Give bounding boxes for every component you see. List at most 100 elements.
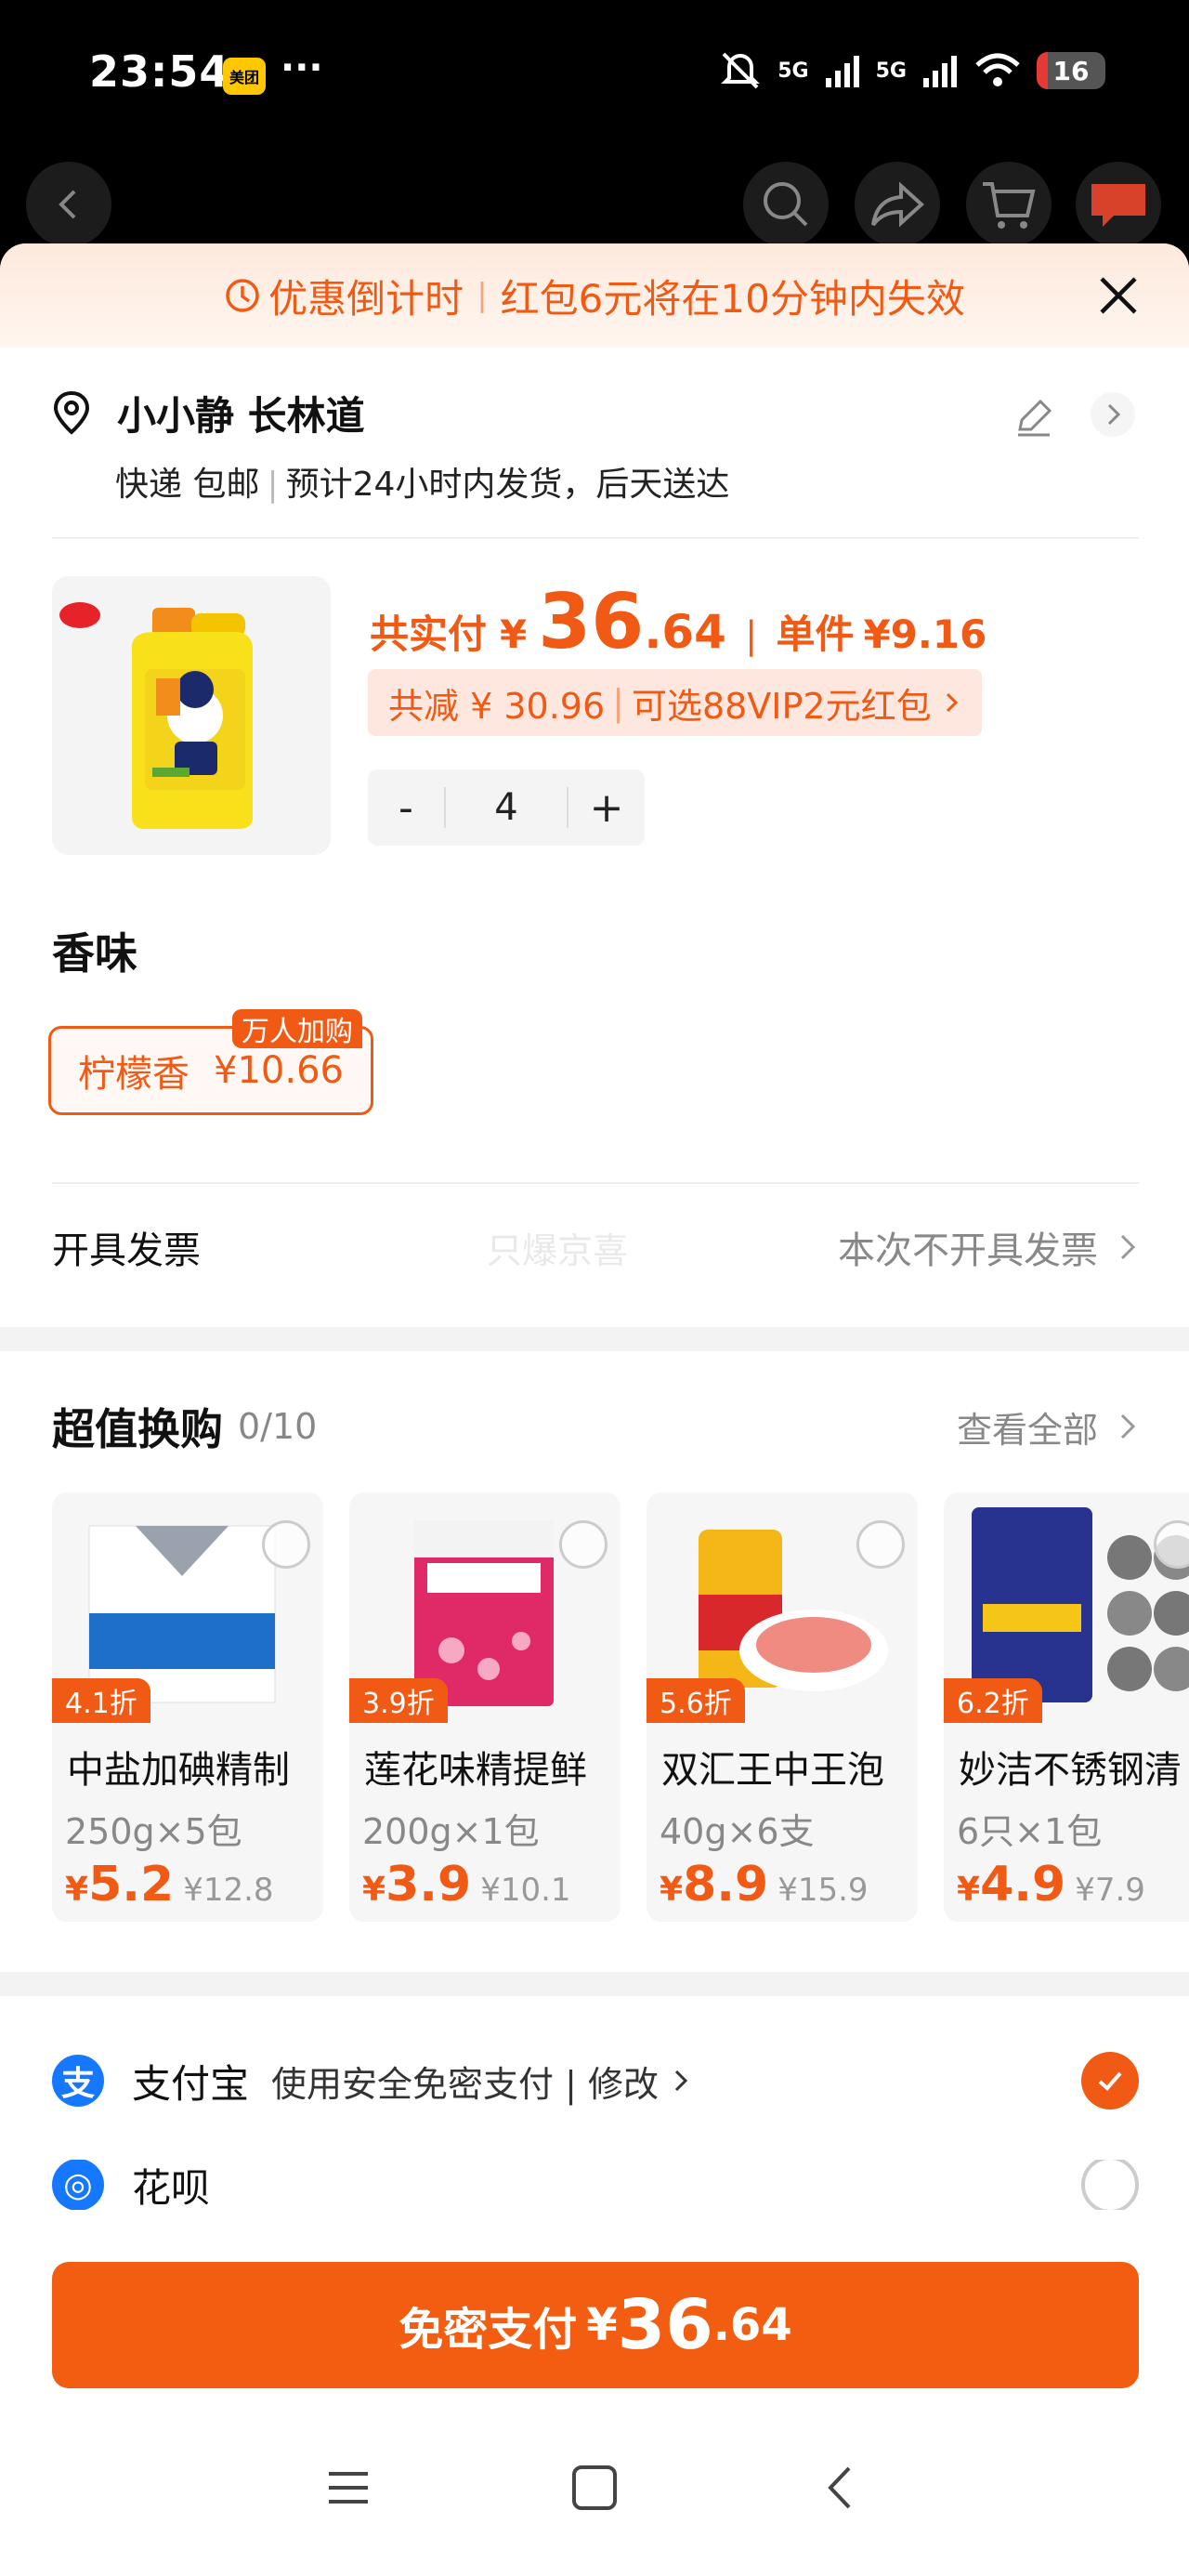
share-icon bbox=[871, 181, 924, 228]
swap-item-card[interactable]: 3.9折 莲花味精提鲜 200g×1包 ¥ 3.9 ¥10.1 bbox=[349, 1492, 621, 1922]
battery-level-fill bbox=[1037, 52, 1048, 89]
chevron-right-icon bbox=[946, 692, 958, 713]
item-price: ¥ 3.9 ¥10.1 bbox=[362, 1857, 571, 1912]
quantity-value[interactable]: 4 bbox=[444, 787, 568, 828]
price-currency: ¥ bbox=[957, 1871, 981, 1909]
price-value: 4.9 bbox=[980, 1857, 1066, 1912]
item-name: 双汇王中王泡 bbox=[661, 1749, 884, 1792]
more-notifications-icon: ··· bbox=[281, 46, 323, 89]
discount-badge: 3.9折 bbox=[349, 1678, 448, 1723]
swap-item-card[interactable]: 5.6折 双汇王中王泡 40g×6支 ¥ 8.9 ¥15.9 bbox=[647, 1492, 918, 1922]
item-name: 妙洁不锈钢清 bbox=[959, 1749, 1182, 1792]
increment-button[interactable]: + bbox=[568, 784, 645, 832]
chat-bubble-icon bbox=[1091, 184, 1145, 227]
swap-title: 超值换购 bbox=[52, 1404, 223, 1454]
close-icon[interactable] bbox=[1094, 271, 1143, 320]
countdown-label: 优惠倒计时 bbox=[268, 275, 464, 322]
product-top-nav bbox=[0, 158, 1189, 251]
product-image bbox=[52, 576, 331, 855]
payment-name: 花呗 bbox=[132, 2164, 211, 2211]
dish-soap-bottle-image bbox=[52, 576, 331, 855]
swap-carousel[interactable]: 4.1折 中盐加碘精制 250g×5包 ¥ 5.2 ¥12.8 3.9折 莲花味… bbox=[52, 1492, 1189, 1922]
search-button[interactable] bbox=[743, 162, 829, 247]
decrement-button[interactable]: - bbox=[368, 784, 444, 832]
swap-item-card[interactable]: 6.2折 妙洁不锈钢清 6只×1包 ¥ 4.9 ¥7.9 bbox=[944, 1492, 1189, 1922]
signal-icon bbox=[825, 56, 859, 87]
edit-pencil-icon[interactable] bbox=[1013, 396, 1055, 439]
huabei-icon: ◎ bbox=[52, 2160, 104, 2210]
discount-badge: 4.1折 bbox=[52, 1678, 150, 1723]
payment-option-huabei[interactable]: ◎ 花呗 bbox=[52, 2160, 1139, 2210]
flavor-option-name: 柠檬香 bbox=[78, 1053, 190, 1096]
alipay-icon: 支 bbox=[52, 2055, 104, 2107]
price-currency: ¥ bbox=[660, 1871, 684, 1909]
pay-button-label: 免密支付 bbox=[399, 2304, 578, 2356]
item-spec: 200g×1包 bbox=[362, 1811, 540, 1852]
chevron-right-icon bbox=[1120, 1413, 1136, 1439]
discount-badge: 6.2折 bbox=[944, 1678, 1042, 1723]
item-spec: 40g×6支 bbox=[660, 1811, 815, 1852]
swap-count: 0/10 bbox=[238, 1406, 318, 1447]
battery-percent: 16 bbox=[1052, 55, 1090, 86]
checkout-sheet: 优惠倒计时 | 红包6元将在10分钟内失效 小小静 长林道 快递 包邮 | 预计24… bbox=[0, 243, 1189, 2576]
total-dec: .64 bbox=[644, 605, 726, 659]
invoice-row[interactable]: 开具发票 只爆京喜 本次不开具发票 bbox=[52, 1214, 1139, 1281]
payment-desc[interactable]: 使用安全免密支付 | 修改 bbox=[271, 2056, 659, 2107]
checkmark-icon bbox=[1098, 2071, 1122, 2091]
status-bar: 23:54 美团 ··· 5G 5G 16 bbox=[0, 0, 1189, 149]
chevron-right-icon bbox=[1107, 403, 1121, 426]
view-all-link[interactable]: 查看全部 bbox=[957, 1401, 1098, 1452]
delivery-eta: 预计24小时内发货，后天送达 bbox=[285, 466, 730, 504]
selected-check[interactable] bbox=[1081, 2052, 1139, 2109]
original-price: ¥7.9 bbox=[1075, 1872, 1145, 1909]
vip-red-packet: 可选88VIP2元红包 bbox=[631, 685, 932, 727]
price-currency: ¥ bbox=[65, 1871, 89, 1909]
unit-label: 单件 bbox=[776, 611, 855, 657]
divider bbox=[52, 1182, 1139, 1184]
recipient-name: 小小静 长林道 bbox=[117, 392, 365, 439]
original-price: ¥15.9 bbox=[777, 1872, 869, 1909]
select-radio[interactable] bbox=[559, 1520, 608, 1569]
home-icon[interactable] bbox=[570, 2464, 619, 2511]
invoice-label: 开具发票 bbox=[52, 1229, 201, 1272]
select-radio[interactable] bbox=[856, 1520, 905, 1569]
discount-badge: 5.6折 bbox=[647, 1678, 745, 1723]
chevron-left-icon bbox=[59, 190, 76, 219]
share-button[interactable] bbox=[855, 162, 940, 247]
battery-indicator: 16 bbox=[1037, 52, 1105, 89]
item-spec: 6只×1包 bbox=[957, 1811, 1103, 1852]
invoice-value: 本次不开具发票 bbox=[838, 1229, 1098, 1272]
total-currency: ¥ bbox=[500, 611, 528, 657]
total-int: 36 bbox=[538, 578, 645, 666]
signal-icon-2 bbox=[923, 56, 957, 87]
payment-option-alipay[interactable]: 支 支付宝 使用安全免密支付 | 修改 bbox=[52, 2048, 1139, 2113]
unit-price: ¥9.16 bbox=[863, 611, 987, 657]
pay-button-dec: .64 bbox=[712, 2299, 792, 2351]
network-type-1: 5G bbox=[777, 59, 809, 83]
payment-name: 支付宝 bbox=[132, 2060, 250, 2107]
pay-button[interactable]: 免密支付 ¥ 36 .64 bbox=[52, 2262, 1139, 2388]
select-radio[interactable] bbox=[262, 1520, 310, 1569]
menu-icon[interactable] bbox=[325, 2464, 372, 2511]
original-price: ¥10.1 bbox=[480, 1872, 571, 1909]
watermark-text: 只爆京喜 bbox=[487, 1229, 629, 1271]
discount-chip[interactable]: 共减 ¥ 30.96 | 可选88VIP2元红包 bbox=[368, 669, 982, 736]
message-button[interactable] bbox=[1076, 162, 1161, 247]
section-separator bbox=[0, 1972, 1189, 1996]
back-button[interactable] bbox=[26, 162, 111, 247]
item-name: 中盐加碘精制 bbox=[67, 1749, 290, 1792]
countdown-separator: | bbox=[477, 277, 488, 314]
wifi-icon bbox=[975, 53, 1020, 86]
item-price: ¥ 5.2 ¥12.8 bbox=[65, 1857, 274, 1912]
back-icon[interactable] bbox=[817, 2464, 864, 2511]
address-arrow-button[interactable] bbox=[1091, 392, 1135, 437]
price-value: 3.9 bbox=[385, 1857, 472, 1912]
unselected-radio[interactable] bbox=[1081, 2160, 1139, 2210]
shipping-address[interactable]: 小小静 长林道 快递 包邮 | 预计24小时内发货，后天送达 bbox=[52, 387, 1139, 506]
total-label: 共实付 bbox=[370, 611, 488, 657]
cart-button[interactable] bbox=[966, 162, 1052, 247]
pay-button-int: 36 bbox=[617, 2285, 713, 2365]
divider bbox=[52, 537, 1139, 539]
swap-item-card[interactable]: 4.1折 中盐加碘精制 250g×5包 ¥ 5.2 ¥12.8 bbox=[52, 1492, 323, 1922]
total-discount: 共减 ¥ 30.96 bbox=[388, 685, 606, 727]
